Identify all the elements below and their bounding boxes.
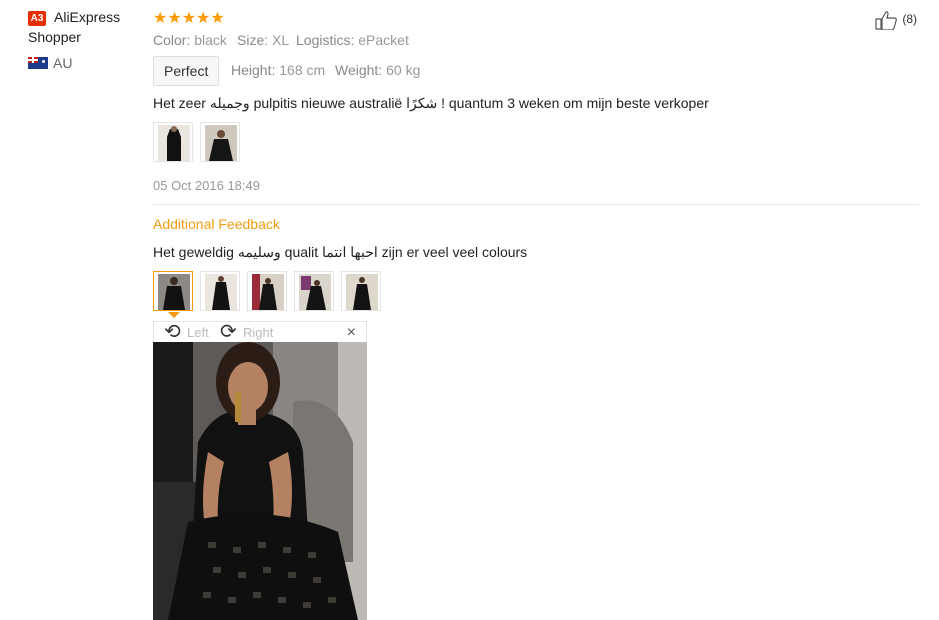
additional-feedback-title: Additional Feedback [153,216,280,232]
height-value: 168 cm [279,62,326,78]
buyer-name: AliExpress [54,9,121,25]
rotate-left-icon[interactable]: ⟲ [164,319,181,344]
buyer-country: AU [53,55,73,71]
attr-color-label: Color: [153,32,191,48]
australia-flag-icon [28,57,48,69]
customer-photo-image [153,342,367,620]
enlarged-feedback-photo [153,342,367,620]
helpful-count: (8) [902,12,917,27]
thumbs-up-icon [875,11,897,30]
photo-thumbnail-image [158,274,190,310]
weight-label: Weight: [335,62,383,78]
selected-thumb-pointer [168,312,180,318]
helpful-button[interactable]: (8) [875,10,917,30]
rotate-right-icon[interactable]: ⟳ [220,319,237,344]
attr-logistics-label: Logistics: [296,32,355,48]
attr-logistics: Logistics: ePacket [296,32,409,48]
rotate-left-label[interactable]: Left [187,325,209,340]
weight-value: 60 kg [386,62,421,78]
buyer-weight: Weight: 60 kg [335,62,420,78]
buyer-name-line2: Shopper [28,29,81,45]
additional-feedback-text: Het geweldig وسليمه qualit احبها انتما z… [153,244,528,260]
photo-thumbnail-image [158,125,190,161]
additional-photo-thumb[interactable] [200,271,240,311]
photo-thumbnail-image [299,274,331,310]
feedback-photo-thumb[interactable] [153,122,193,162]
photo-thumbnail-image [205,125,237,161]
attr-size-value: XL [272,32,290,48]
attr-color: Color: black [153,32,227,48]
rotate-right-label[interactable]: Right [243,325,273,340]
feedback-photo-thumb[interactable] [200,122,240,162]
additional-photo-thumb[interactable] [247,271,287,311]
close-icon[interactable]: × [347,324,356,342]
attr-logistics-value: ePacket [358,32,409,48]
height-label: Height: [231,62,276,78]
photo-viewer-toolbar: ⟲ Left ⟳ Right × [153,321,367,343]
photo-thumbnail-image [252,274,284,310]
review-date: 05 Oct 2016 18:49 [153,178,260,193]
feedback-text: Het zeer وجميله pulpitis nieuwe australi… [153,95,709,111]
attr-color-value: black [194,32,227,48]
additional-photo-thumb-selected[interactable] [153,271,193,311]
buyer-level-badge: A3 [28,11,46,26]
additional-photo-thumb[interactable] [294,271,334,311]
star-rating: ★★★★★ [153,10,225,27]
photo-thumbnail-image [346,274,378,310]
attr-size: Size: XL [237,32,289,48]
divider [153,204,919,205]
photo-thumbnail-image [205,274,237,310]
fit-tag: Perfect [153,56,220,86]
additional-photo-thumb[interactable] [341,271,381,311]
buyer-height: Height: 168 cm [231,62,325,78]
attr-size-label: Size: [237,32,269,48]
